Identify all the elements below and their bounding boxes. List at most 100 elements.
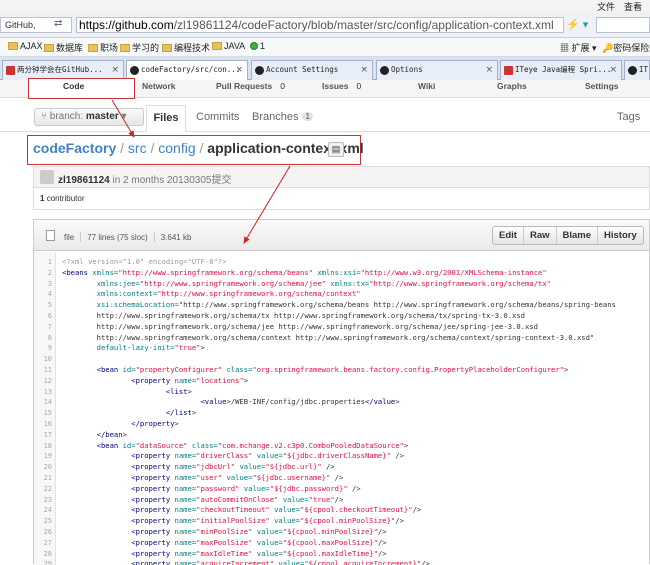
line-number[interactable]: 12 — [34, 376, 52, 387]
nav-network[interactable]: Network — [142, 81, 176, 91]
copy-path-button[interactable]: ▤ — [328, 142, 344, 157]
nav-code-label: Code — [63, 81, 85, 91]
line-number[interactable]: 20 — [34, 462, 52, 473]
close-tab-icon[interactable]: × — [111, 61, 119, 79]
code-line: </bean> — [96, 429, 127, 439]
browser-tab[interactable]: ITeye Java编程 Spri... × — [500, 60, 622, 80]
code-line: xsi:schemaLocation="http://www.springfra… — [92, 300, 616, 310]
menu-bar: 文件 查看 — [0, 0, 650, 12]
branch-name: master — [85, 111, 119, 122]
line-number[interactable]: 13 — [34, 387, 52, 398]
line-number[interactable]: 3 — [34, 279, 52, 290]
line-number[interactable]: 8 — [34, 333, 52, 344]
line-number[interactable]: 4 — [34, 289, 52, 300]
line-number[interactable]: 17 — [34, 430, 52, 441]
code-line: xmlns:jee="http://www.springframework.or… — [92, 278, 552, 288]
line-number[interactable]: 18 — [34, 441, 52, 452]
code-line: <list> — [165, 386, 192, 396]
bookmark-folder-2[interactable]: 职场 — [88, 41, 118, 54]
line-number[interactable]: 25 — [34, 516, 52, 527]
commit-summary: zl19861124 in 2 months 20130305提交 — [58, 171, 231, 186]
bookmark-folder-3[interactable]: 学习的 — [120, 41, 159, 54]
line-number[interactable]: 1 — [34, 257, 52, 268]
code-line: <property name="initialPoolSize" value="… — [131, 516, 404, 526]
history-dropdown-icon[interactable]: ⇄ — [54, 18, 62, 29]
line-number[interactable]: 11 — [34, 365, 52, 376]
line-number[interactable]: 14 — [34, 397, 52, 408]
nav-settings[interactable]: Settings — [585, 81, 619, 91]
tab-files[interactable]: Files — [146, 105, 186, 132]
browser-tab[interactable]: Account Settings × — [251, 60, 373, 80]
line-number[interactable]: 23 — [34, 495, 52, 506]
nav-graphs[interactable]: Graphs — [497, 81, 527, 91]
browser-tab[interactable]: IT — [624, 60, 650, 80]
folder-icon — [8, 42, 18, 50]
breadcrumb-config[interactable]: config — [158, 140, 195, 156]
line-number[interactable]: 16 — [34, 419, 52, 430]
url-domain: https://github.com — [79, 18, 174, 32]
tab-commits[interactable]: Commits — [196, 111, 239, 123]
line-number[interactable]: 6 — [34, 311, 52, 322]
code-line: <property name="autoCommitOnClose" value… — [131, 494, 344, 504]
bookmark-folder-5[interactable]: JAVA — [212, 41, 245, 51]
commit-message[interactable]: 20130305提交 — [167, 175, 232, 186]
file-type: file — [64, 233, 75, 242]
line-number[interactable]: 19 — [34, 451, 52, 462]
nav-code-tab[interactable]: Code — [28, 78, 135, 99]
url-path: /zl19861124/codeFactory/blob/master/src/… — [173, 18, 554, 32]
code-line: <?xml version="1.0" encoding="UTF-8"?> — [62, 257, 227, 266]
extensions-button[interactable]: ▦ 扩展 ▾ — [560, 41, 597, 54]
breadcrumb-repo[interactable]: codeFactory — [33, 140, 116, 156]
blame-button[interactable]: Blame — [557, 227, 599, 244]
search-engine-box[interactable] — [596, 17, 650, 33]
close-tab-icon[interactable]: × — [360, 61, 368, 79]
code-line: <value>/WEB-INF/config/jdbc.properties</… — [200, 397, 400, 407]
close-tab-icon[interactable]: × — [235, 61, 243, 79]
line-number[interactable]: 28 — [34, 549, 52, 560]
nav-issues[interactable]: Issues 0 — [322, 81, 361, 91]
history-button[interactable]: History — [598, 227, 643, 244]
close-tab-icon[interactable]: × — [609, 61, 617, 79]
line-number[interactable]: 27 — [34, 538, 52, 549]
line-number[interactable]: 7 — [34, 322, 52, 333]
line-number[interactable]: 9 — [34, 343, 52, 354]
browser-tab[interactable]: codeFactory/src/con... × — [126, 60, 248, 81]
commit-author[interactable]: zl19861124 — [58, 175, 110, 186]
tab-branches[interactable]: Branches 1 — [252, 111, 313, 123]
line-number[interactable]: 5 — [34, 300, 52, 311]
browser-tab[interactable]: 两分钟学会在GitHub... × — [2, 60, 124, 80]
password-vault-button[interactable]: 🔑密码保险箱 — [602, 41, 650, 54]
branch-selector[interactable]: ⑂ branch: master ▾ — [34, 108, 144, 126]
folder-icon — [162, 44, 172, 52]
close-tab-icon[interactable]: × — [485, 61, 493, 79]
edit-button[interactable]: Edit — [493, 227, 524, 244]
nav-pull-requests[interactable]: Pull Requests 0 — [216, 81, 285, 91]
code-line: http://www.springframework.org/schema/je… — [62, 321, 538, 331]
avatar[interactable] — [40, 170, 54, 184]
line-number[interactable]: 29 — [34, 559, 52, 565]
contributors-summary[interactable]: 1 contributor — [40, 194, 84, 203]
bookmark-folder-4[interactable]: 编程技术 — [162, 41, 210, 54]
nav-wiki[interactable]: Wiki — [418, 81, 435, 91]
raw-button[interactable]: Raw — [524, 227, 557, 244]
line-number[interactable]: 10 — [34, 354, 52, 365]
folder-icon — [120, 44, 130, 52]
code-view[interactable]: 1 2 3 4 5 6 7 8 9 10 11 12 13 14 15 16 17 18 19 20 21 22 23 24 2… — [34, 252, 649, 565]
url-field[interactable]: https://github.com/zl19861124/codeFactor… — [76, 17, 564, 33]
code-line: <property name="jdbcUrl" value="${jdbc.u… — [131, 462, 335, 472]
line-number[interactable]: 15 — [34, 408, 52, 419]
bookmark-folder-0[interactable]: AJAX — [8, 41, 43, 51]
bookmark-folder-6[interactable]: 1 — [250, 41, 265, 51]
line-number[interactable]: 2 — [34, 268, 52, 279]
tab-tags[interactable]: Tags — [617, 111, 640, 123]
line-number[interactable]: 24 — [34, 505, 52, 516]
line-number[interactable]: 21 — [34, 473, 52, 484]
lightning-icon[interactable]: ⚡ ▾ — [566, 18, 588, 31]
line-number[interactable]: 26 — [34, 527, 52, 538]
bookmark-folder-1[interactable]: 数据库 — [44, 41, 83, 54]
breadcrumb: codeFactory / src / config / application… — [33, 140, 364, 156]
line-number[interactable]: 22 — [34, 484, 52, 495]
breadcrumb-src[interactable]: src — [128, 140, 147, 156]
browser-tab[interactable]: Options × — [376, 60, 498, 80]
code-line: <property name="acquireIncrement" value=… — [131, 559, 430, 565]
